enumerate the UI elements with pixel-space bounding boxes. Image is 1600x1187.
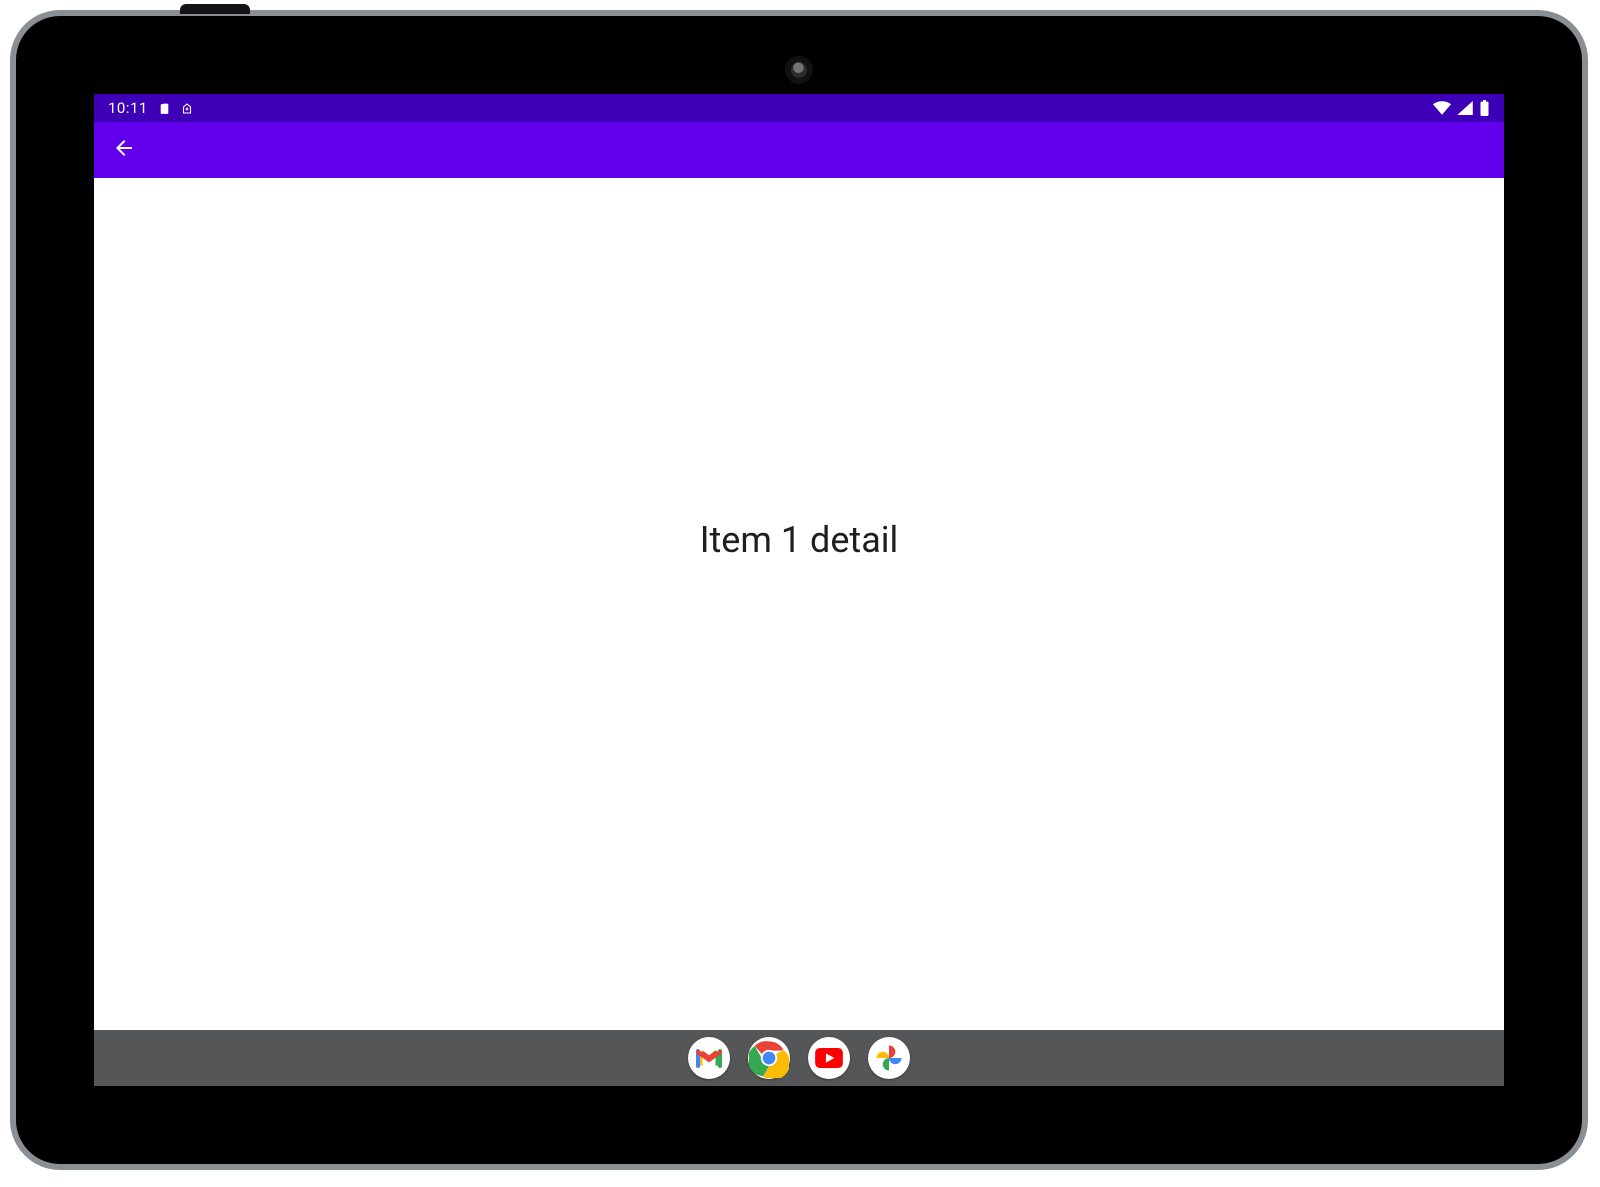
status-bar: 10:11: [94, 94, 1504, 122]
item-detail-text: Item 1 detail: [700, 519, 899, 561]
battery-saver-icon: [181, 101, 193, 116]
front-camera: [785, 56, 813, 84]
screen: 10:11: [94, 94, 1504, 1086]
status-bar-right: [1433, 100, 1490, 116]
wifi-icon: [1433, 101, 1451, 115]
content-area: Item 1 detail: [94, 178, 1504, 1030]
youtube-app-icon[interactable]: [808, 1037, 850, 1079]
photos-app-icon[interactable]: [868, 1037, 910, 1079]
gmail-app-icon[interactable]: [688, 1037, 730, 1079]
status-bar-left: 10:11: [108, 99, 193, 117]
arrow-back-icon: [112, 136, 136, 164]
tablet-frame: 10:11: [10, 10, 1588, 1170]
back-button[interactable]: [104, 130, 144, 170]
status-time: 10:11: [108, 99, 148, 117]
power-button: [180, 4, 250, 14]
sim-card-icon: [158, 101, 171, 116]
cell-signal-icon: [1457, 101, 1473, 115]
battery-icon: [1479, 100, 1490, 116]
app-bar: [94, 122, 1504, 178]
chrome-app-icon[interactable]: [748, 1037, 790, 1079]
shelf: [94, 1030, 1504, 1086]
tablet-bezel: 10:11: [16, 16, 1582, 1164]
